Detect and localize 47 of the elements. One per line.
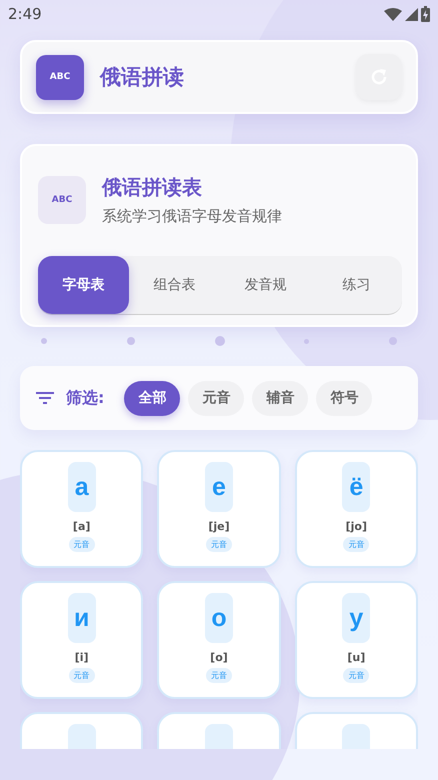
tab[interactable]: 发音规 bbox=[220, 256, 311, 314]
letter: о bbox=[204, 593, 233, 643]
app-logo: ABC bbox=[36, 54, 84, 100]
pronunciation: [a] bbox=[72, 520, 90, 533]
pronunciation: [je] bbox=[208, 520, 230, 533]
filter-label: 筛选: bbox=[66, 388, 104, 408]
pronunciation: [o] bbox=[210, 651, 228, 664]
vowel-tag: 元音 bbox=[343, 537, 370, 552]
tab[interactable]: 练习 bbox=[311, 256, 402, 314]
intro-subtitle: 系统学习俄语字母发音规律 bbox=[102, 207, 282, 226]
letter: и bbox=[68, 593, 96, 643]
pronunciation: [jo] bbox=[346, 520, 368, 533]
filter-chip[interactable]: 全部 bbox=[124, 380, 180, 416]
page-dot bbox=[304, 338, 310, 344]
vowel-tag: 元音 bbox=[68, 668, 95, 683]
vowel-tag: 元音 bbox=[68, 537, 95, 552]
tab[interactable]: 字母表 bbox=[38, 256, 129, 314]
vowel-tag: 元音 bbox=[206, 537, 232, 552]
filter-chip[interactable]: 符号 bbox=[316, 380, 372, 416]
page-dot bbox=[214, 336, 224, 346]
filter-chip[interactable]: 元音 bbox=[188, 380, 244, 416]
letter-card[interactable]: ё [jo] 元音 bbox=[294, 450, 418, 568]
letter-card[interactable]: е [je] 元音 bbox=[157, 450, 281, 568]
filter-chip[interactable]: 辅音 bbox=[252, 380, 308, 416]
tab[interactable]: 组合表 bbox=[129, 256, 220, 314]
signal-icon bbox=[405, 8, 418, 20]
app-title: 俄语拼读 bbox=[100, 64, 185, 91]
intro-title: 俄语拼读表 bbox=[102, 174, 203, 201]
intro-logo: ABC bbox=[38, 176, 86, 224]
filter-icon bbox=[36, 392, 54, 404]
letter: у bbox=[342, 593, 370, 643]
letter-card[interactable]: у [u] 元音 bbox=[294, 581, 418, 699]
pronunciation: [u] bbox=[347, 651, 366, 664]
letter-card[interactable]: о [o] 元音 bbox=[157, 581, 281, 699]
letter-card[interactable]: а [a] 元音 bbox=[20, 450, 144, 568]
status-time: 2:49 bbox=[8, 5, 42, 23]
vowel-tag: 元音 bbox=[206, 668, 232, 683]
letter: е bbox=[204, 462, 233, 512]
page-dot bbox=[41, 338, 47, 344]
battery-icon bbox=[421, 6, 430, 22]
letter: ё bbox=[342, 462, 370, 512]
vowel-tag: 元音 bbox=[343, 668, 370, 683]
letter: а bbox=[68, 462, 96, 512]
wifi-icon bbox=[384, 8, 402, 20]
page-dot bbox=[126, 337, 135, 345]
letter-card[interactable]: и [i] 元音 bbox=[20, 581, 144, 699]
pronunciation: [i] bbox=[74, 651, 89, 664]
